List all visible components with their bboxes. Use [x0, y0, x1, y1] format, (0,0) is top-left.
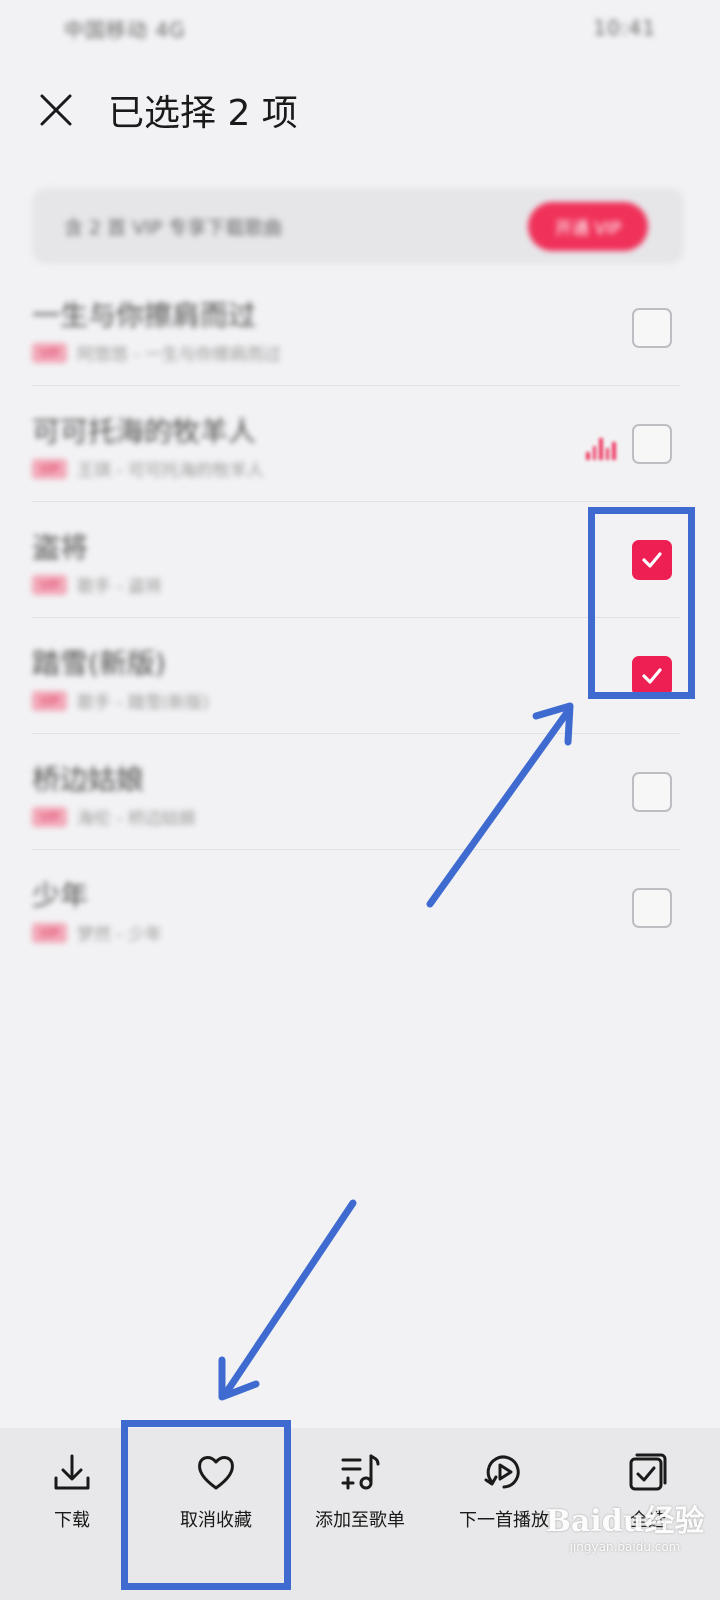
song-checkbox-checked[interactable] — [632, 540, 672, 580]
song-title: 少年 — [32, 879, 89, 912]
song-subtitle: 歌手 - 盗将 — [76, 577, 162, 597]
annotation-arrow-lower — [218, 1199, 357, 1401]
song-subtitle: 阿悠悠 - 一生与你擦肩而过 — [76, 345, 281, 365]
song-checkbox[interactable] — [632, 308, 672, 348]
song-checkbox[interactable] — [632, 772, 672, 812]
bottom-action-bar: 下载 取消收藏 添加至歌单 下一首播放 全选 — [0, 1428, 720, 1600]
song-title: 盗将 — [32, 531, 89, 564]
song-subtitle: 梦然 - 少年 — [76, 925, 162, 945]
song-list: 一生与你擦肩而过 VIP 阿悠悠 - 一生与你擦肩而过 可可托海的牧羊人 VIP… — [0, 270, 720, 966]
song-row-3[interactable]: 盗将 VIP 歌手 - 盗将 — [0, 502, 720, 618]
now-playing-icon — [586, 430, 616, 460]
open-vip-button[interactable]: 开通 VIP — [528, 201, 648, 251]
checkmark-icon — [642, 552, 662, 568]
song-row-1[interactable]: 一生与你擦肩而过 VIP 阿悠悠 - 一生与你擦肩而过 — [0, 270, 720, 386]
song-title: 一生与你擦肩而过 — [32, 299, 257, 332]
select-all-button[interactable]: 全选 — [576, 1442, 720, 1600]
song-row-4[interactable]: 踏雪(新版) VIP 歌手 - 踏雪(新版) — [0, 618, 720, 734]
status-bar: 中国移动 4G 10:41 — [0, 0, 720, 56]
vip-tag: VIP — [32, 458, 67, 479]
vip-tag: VIP — [32, 806, 67, 827]
download-icon — [48, 1448, 96, 1496]
status-time: 10:41 — [593, 16, 656, 40]
song-title: 桥边姑娘 — [32, 763, 145, 796]
add-to-playlist-label: 添加至歌单 — [315, 1510, 405, 1531]
vip-tag: VIP — [32, 690, 67, 711]
vip-banner-text: 含 2 首 VIP 专享下载歌曲 — [64, 216, 283, 239]
select-all-icon — [624, 1448, 672, 1496]
song-title: 踏雪(新版) — [32, 647, 166, 680]
add-to-playlist-button[interactable]: 添加至歌单 — [288, 1442, 432, 1600]
unfavorite-button[interactable]: 取消收藏 — [144, 1442, 288, 1600]
vip-tag: VIP — [32, 574, 67, 595]
close-icon — [40, 94, 72, 126]
download-label: 下载 — [54, 1510, 90, 1531]
song-subtitle: 歌手 - 踏雪(新版) — [76, 693, 210, 713]
download-button[interactable]: 下载 — [0, 1442, 144, 1600]
song-subtitle-wrap: VIP 王琪 - 可可托海的牧羊人 — [32, 456, 264, 481]
song-checkbox[interactable] — [632, 424, 672, 464]
page-title: 已选择 2 项 — [108, 93, 298, 134]
song-subtitle-wrap: VIP 海伦 - 桥边姑娘 — [32, 804, 196, 829]
song-checkbox[interactable] — [632, 888, 672, 928]
selection-header: 已选择 2 项 — [0, 70, 720, 150]
play-next-label: 下一首播放 — [459, 1510, 549, 1531]
add-to-playlist-icon — [336, 1448, 384, 1496]
song-subtitle-wrap: VIP 歌手 - 踏雪(新版) — [32, 688, 209, 713]
song-subtitle-wrap: VIP 阿悠悠 - 一生与你擦肩而过 — [32, 340, 281, 365]
song-checkbox-checked[interactable] — [632, 656, 672, 696]
unfavorite-label: 取消收藏 — [180, 1510, 252, 1531]
play-next-icon — [480, 1448, 528, 1496]
vip-tag: VIP — [32, 342, 67, 363]
song-subtitle-wrap: VIP 梦然 - 少年 — [32, 920, 162, 945]
song-title: 可可托海的牧羊人 — [32, 415, 257, 448]
vip-banner: 含 2 首 VIP 专享下载歌曲 开通 VIP — [32, 188, 684, 264]
heart-icon — [192, 1448, 240, 1496]
close-button[interactable] — [26, 80, 86, 140]
song-row-5[interactable]: 桥边姑娘 VIP 海伦 - 桥边姑娘 — [0, 734, 720, 850]
song-row-2[interactable]: 可可托海的牧羊人 VIP 王琪 - 可可托海的牧羊人 — [0, 386, 720, 502]
song-subtitle-wrap: VIP 歌手 - 盗将 — [32, 572, 162, 597]
status-carrier: 中国移动 4G — [64, 17, 186, 42]
checkmark-icon — [642, 668, 662, 684]
select-all-label: 全选 — [630, 1510, 666, 1531]
vip-tag: VIP — [32, 922, 67, 943]
song-subtitle: 王琪 - 可可托海的牧羊人 — [76, 461, 264, 481]
song-row-6[interactable]: 少年 VIP 梦然 - 少年 — [0, 850, 720, 966]
play-next-button[interactable]: 下一首播放 — [432, 1442, 576, 1600]
song-subtitle: 海伦 - 桥边姑娘 — [76, 809, 196, 829]
